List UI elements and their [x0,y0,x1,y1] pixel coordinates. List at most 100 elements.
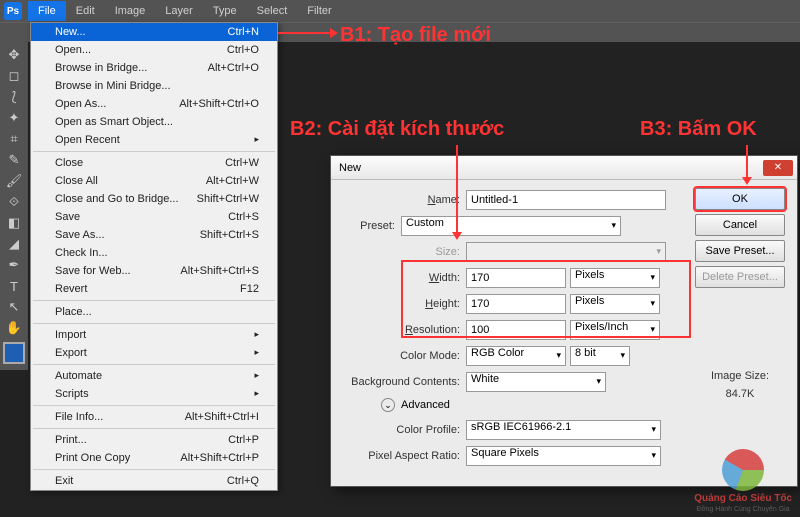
menu-image[interactable]: Image [105,1,156,21]
menu-separator [33,151,275,152]
file-menu-item[interactable]: Import [31,326,277,344]
menu-item-shortcut: Alt+Shift+Ctrl+P [180,452,259,464]
file-menu-item[interactable]: ExitCtrl+Q [31,472,277,490]
file-menu-item[interactable]: Open as Smart Object... [31,113,277,131]
menu-layer[interactable]: Layer [155,1,203,21]
photoshop-logo-icon: Ps [4,2,22,20]
stamp-tool-icon[interactable]: ⟐ [2,192,26,212]
hand-tool-icon[interactable]: ✋ [2,318,26,338]
menu-item-label: Open As... [55,98,106,110]
foreground-color-swatch[interactable] [3,342,25,364]
wand-tool-icon[interactable]: ✦ [2,108,26,128]
dialog-title: New [339,162,361,174]
menu-type[interactable]: Type [203,1,247,21]
menu-file[interactable]: File [28,1,66,21]
brush-tool-icon[interactable]: 🖌 [2,171,26,191]
menu-item-label: Print... [55,434,87,446]
dialog-titlebar[interactable]: New ✕ [331,156,797,180]
file-menu-item[interactable]: Open...Ctrl+O [31,41,277,59]
file-menu-item[interactable]: New...Ctrl+N [31,23,277,41]
move-tool-icon[interactable]: ✥ [2,45,26,65]
advanced-toggle[interactable]: ⌄ Advanced [381,398,787,412]
file-menu-item[interactable]: Browse in Mini Bridge... [31,77,277,95]
file-menu-item[interactable]: SaveCtrl+S [31,208,277,226]
resolution-unit-select[interactable]: Pixels/Inch [570,320,660,340]
menu-separator [33,469,275,470]
menu-item-shortcut: Alt+Shift+Ctrl+O [179,98,259,110]
profile-label: Color Profile: [341,424,466,436]
file-menu-item[interactable]: Check In... [31,244,277,262]
file-menu-item[interactable]: Open As... Alt+Shift+Ctrl+O [31,95,277,113]
text-tool-icon[interactable]: T [2,276,26,296]
image-size-info: Image Size: 84.7K [695,370,785,400]
menu-item-shortcut: Alt+Shift+Ctrl+I [185,411,259,423]
menu-item-label: Close and Go to Bridge... [55,193,179,205]
preset-label: Preset: [341,220,401,232]
file-menu-item[interactable]: Save for Web...Alt+Shift+Ctrl+S [31,262,277,280]
pen-tool-icon[interactable]: ✒ [2,255,26,275]
file-menu-item[interactable]: Close AllAlt+Ctrl+W [31,172,277,190]
menu-item-label: Scripts [55,388,89,400]
file-menu-item[interactable]: CloseCtrl+W [31,154,277,172]
toolbox: ✥ ◻ ⟅ ✦ ⌗ ✎ 🖌 ⟐ ◧ ◢ ✒ T ↖ ✋ [0,42,28,370]
menu-separator [33,300,275,301]
file-menu-item[interactable]: Automate [31,367,277,385]
menu-separator [33,323,275,324]
lasso-tool-icon[interactable]: ⟅ [2,87,26,107]
save-preset-button[interactable]: Save Preset... [695,240,785,262]
menu-item-label: Open as Smart Object... [55,116,173,128]
menu-select[interactable]: Select [247,1,298,21]
close-icon[interactable]: ✕ [763,160,793,176]
menu-item-label: Revert [55,283,87,295]
file-menu-item[interactable]: Print...Ctrl+P [31,431,277,449]
ok-button[interactable]: OK [695,188,785,210]
menu-item-shortcut: Alt+Ctrl+W [206,175,259,187]
file-menu-item[interactable]: Export [31,344,277,362]
menu-edit[interactable]: Edit [66,1,105,21]
profile-select[interactable]: sRGB IEC61966-2.1 [466,420,661,440]
file-menu-item[interactable]: RevertF12 [31,280,277,298]
eyedropper-tool-icon[interactable]: ✎ [2,150,26,170]
file-menu-item[interactable]: Open Recent [31,131,277,149]
menu-item-shortcut: Ctrl+O [227,44,259,56]
watermark-logo: Quảng Cáo Siêu Tốc Đồng Hành Cùng Chuyên… [694,449,792,513]
file-menu-item[interactable]: File Info...Alt+Shift+Ctrl+I [31,408,277,426]
menu-item-label: Browse in Bridge... [55,62,147,74]
file-menu-item[interactable]: Scripts [31,385,277,403]
aspect-select[interactable]: Square Pixels [466,446,661,466]
height-unit-select[interactable]: Pixels [570,294,660,314]
image-size-value: 84.7K [695,388,785,400]
menu-item-label: Import [55,329,86,341]
height-input[interactable] [466,294,566,314]
menu-separator [33,364,275,365]
resolution-input[interactable] [466,320,566,340]
height-label: Height: [341,298,466,310]
cancel-button[interactable]: Cancel [695,214,785,236]
file-menu-item[interactable]: Save As...Shift+Ctrl+S [31,226,277,244]
name-input[interactable] [466,190,666,210]
file-menu-item[interactable]: Browse in Bridge...Alt+Ctrl+O [31,59,277,77]
menu-item-label: Check In... [55,247,108,259]
menu-item-label: Export [55,347,87,359]
preset-select[interactable]: Custom [401,216,621,236]
file-menu-item[interactable]: Print One CopyAlt+Shift+Ctrl+P [31,449,277,467]
menu-item-shortcut: Alt+Shift+Ctrl+S [180,265,259,277]
menu-item-label: Place... [55,306,92,318]
eraser-tool-icon[interactable]: ◧ [2,213,26,233]
colormode-select[interactable]: RGB Color [466,346,566,366]
menu-item-shortcut: Shift+Ctrl+S [200,229,259,241]
file-menu-item[interactable]: Close and Go to Bridge...Shift+Ctrl+W [31,190,277,208]
advanced-label: Advanced [401,399,450,411]
file-menu-item[interactable]: Place... [31,303,277,321]
image-size-label: Image Size: [695,370,785,382]
path-tool-icon[interactable]: ↖ [2,297,26,317]
menu-filter[interactable]: Filter [297,1,341,21]
bg-select[interactable]: White [466,372,606,392]
gradient-tool-icon[interactable]: ◢ [2,234,26,254]
crop-tool-icon[interactable]: ⌗ [2,129,26,149]
colordepth-select[interactable]: 8 bit [570,346,630,366]
size-select [466,242,666,262]
width-unit-select[interactable]: Pixels [570,268,660,288]
width-input[interactable] [466,268,566,288]
marquee-tool-icon[interactable]: ◻ [2,66,26,86]
